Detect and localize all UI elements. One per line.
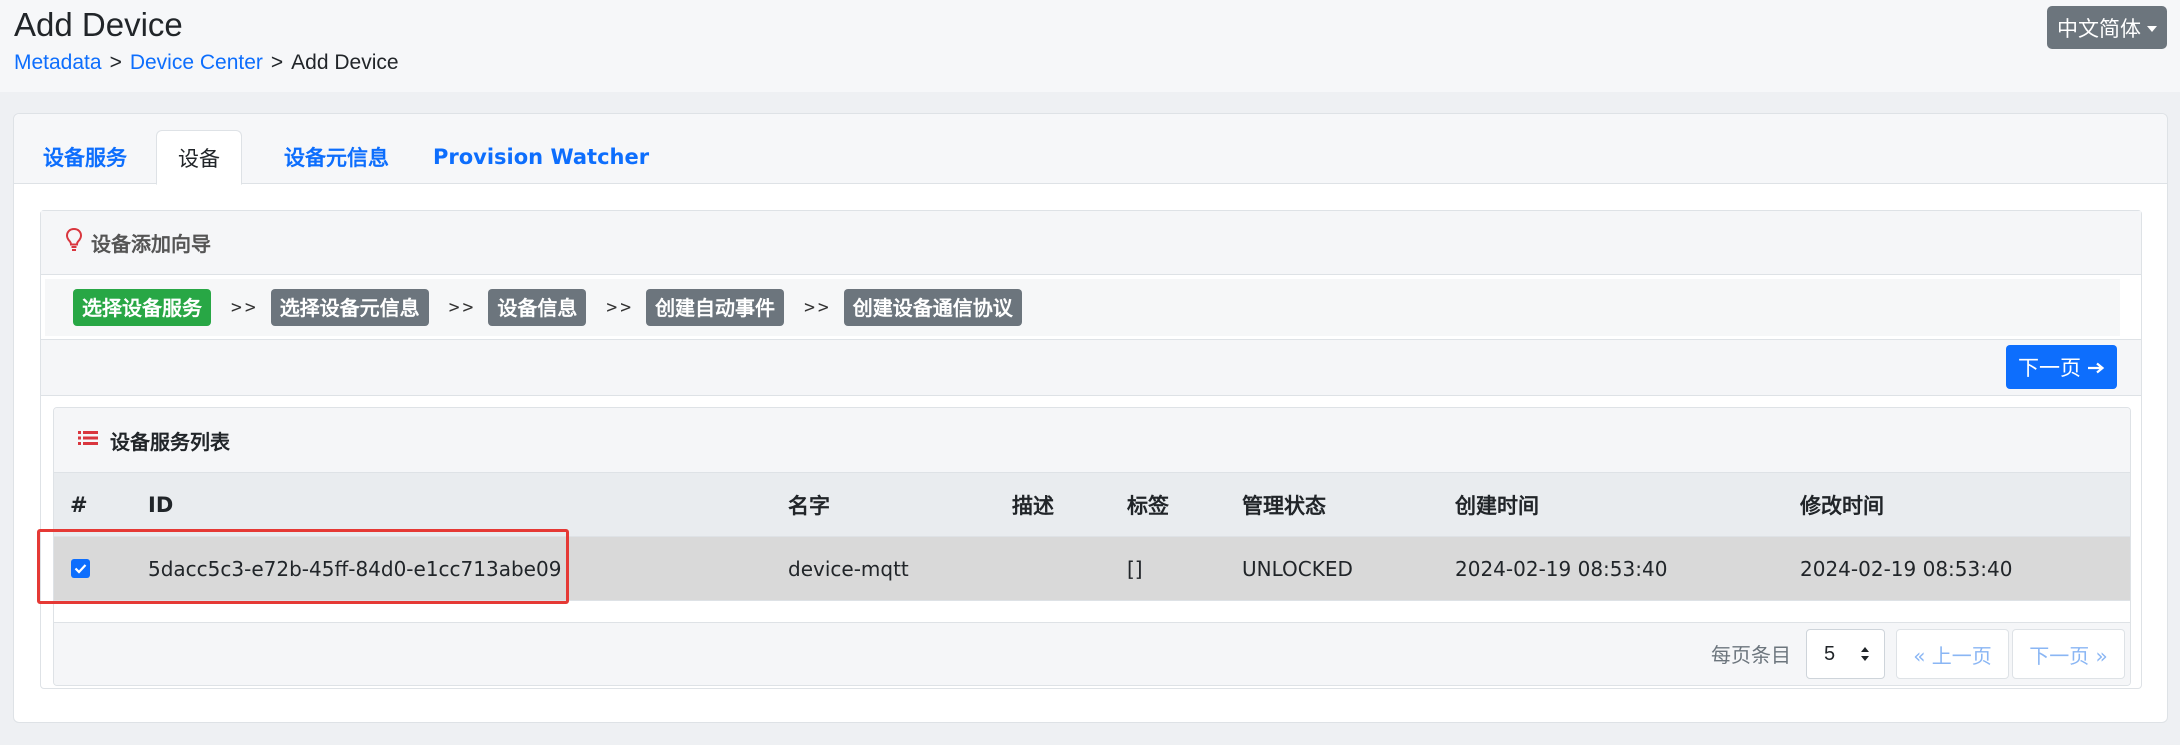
column-header-index: # xyxy=(70,493,88,517)
list-title: 设备服务列表 xyxy=(110,429,230,454)
column-header-created: 创建时间 xyxy=(1455,494,1539,518)
step-create-auto-events: 创建自动事件 xyxy=(646,289,785,326)
column-header-description: 描述 xyxy=(1012,494,1054,518)
prev-page-button[interactable]: « 上一页 xyxy=(1896,629,2009,679)
cell-name: device-mqtt xyxy=(788,557,909,581)
page-size-label: 每页条目 xyxy=(1711,643,1791,667)
column-header-modified: 修改时间 xyxy=(1800,494,1884,518)
cell-admin-state: UNLOCKED xyxy=(1242,557,1353,581)
page-title: Add Device xyxy=(14,6,183,43)
wizard-title: 设备添加向导 xyxy=(91,232,211,256)
breadcrumb: Metadata > Device Center > Add Device xyxy=(14,51,399,75)
cell-labels: [] xyxy=(1127,557,1143,581)
breadcrumb-current: Add Device xyxy=(291,51,399,74)
step-separator: >> xyxy=(448,297,477,318)
tab-devices[interactable]: 设备 xyxy=(156,130,242,185)
breadcrumb-metadata[interactable]: Metadata xyxy=(14,51,102,74)
tab-bar: 设备服务 设备 设备元信息 Provision Watcher xyxy=(14,114,2167,185)
wizard-header: 设备添加向导 xyxy=(41,211,2141,275)
page-size-value: 5 xyxy=(1824,642,1836,665)
check-icon xyxy=(74,564,87,574)
wizard-steps: 选择设备服务 >> 选择设备元信息 >> 设备信息 >> 创建自动事件 >> 创… xyxy=(41,275,2141,340)
row-select-checkbox[interactable] xyxy=(71,559,90,578)
step-device-info: 设备信息 xyxy=(488,289,587,326)
page-size-select[interactable]: 5 xyxy=(1806,629,1885,679)
step-separator: >> xyxy=(804,297,832,318)
breadcrumb-device-center[interactable]: Device Center xyxy=(130,51,263,74)
column-header-name: 名字 xyxy=(788,494,830,518)
column-header-id: ID xyxy=(148,493,174,517)
language-dropdown-button[interactable]: 中文简体 xyxy=(2047,6,2167,49)
next-page-label: 下一页 xyxy=(2018,356,2081,380)
select-arrows-icon xyxy=(1861,647,1869,661)
tab-device-profiles[interactable]: 设备元信息 xyxy=(263,130,410,184)
step-select-device-service: 选择设备服务 xyxy=(73,289,211,326)
device-service-list-card: 设备服务列表 # ID 名字 描述 标签 管理状态 创建时间 修改时间 5dac… xyxy=(53,407,2131,686)
table-row[interactable]: 5dacc5c3-e72b-45ff-84d0-e1cc713abe09 dev… xyxy=(54,537,2130,601)
step-create-protocols: 创建设备通信协议 xyxy=(843,289,1022,326)
cell-id: 5dacc5c3-e72b-45ff-84d0-e1cc713abe09 xyxy=(148,557,562,581)
next-page-link[interactable]: 下一页 » xyxy=(2012,629,2125,679)
list-icon xyxy=(78,430,98,451)
column-header-admin-state: 管理状态 xyxy=(1242,494,1326,518)
next-page-button[interactable]: 下一页 xyxy=(2006,345,2117,389)
breadcrumb-separator: > xyxy=(109,51,122,74)
step-separator: >> xyxy=(606,297,635,318)
column-header-labels: 标签 xyxy=(1127,494,1169,518)
step-separator: >> xyxy=(231,297,259,318)
step-select-device-profile: 选择设备元信息 xyxy=(270,289,429,326)
pagination-bar: 每页条目 5 « 上一页 下一页 » xyxy=(54,622,2130,685)
cell-modified: 2024-02-19 08:53:40 xyxy=(1800,557,2013,581)
breadcrumb-separator: > xyxy=(270,51,284,74)
caret-down-icon xyxy=(2147,25,2157,32)
arrow-right-icon xyxy=(2087,355,2105,379)
lightbulb-icon xyxy=(65,227,83,258)
language-label: 中文简体 xyxy=(2057,16,2141,41)
wizard-nav-bar: 下一页 xyxy=(41,340,2141,396)
add-device-wizard: 设备添加向导 选择设备服务 >> 选择设备元信息 >> 设备信息 >> 创建自动… xyxy=(40,210,2142,689)
main-card: 设备服务 设备 设备元信息 Provision Watcher 设备添加向导 选… xyxy=(13,113,2168,723)
list-header: 设备服务列表 xyxy=(54,408,2130,473)
page-header: Add Device Metadata > Device Center > Add De… xyxy=(0,0,2180,92)
cell-created: 2024-02-19 08:53:40 xyxy=(1455,557,1668,581)
tab-provision-watcher[interactable]: Provision Watcher xyxy=(412,130,670,184)
table-header-row: # ID 名字 描述 标签 管理状态 创建时间 修改时间 xyxy=(54,473,2130,537)
tab-device-services[interactable]: 设备服务 xyxy=(22,130,148,184)
